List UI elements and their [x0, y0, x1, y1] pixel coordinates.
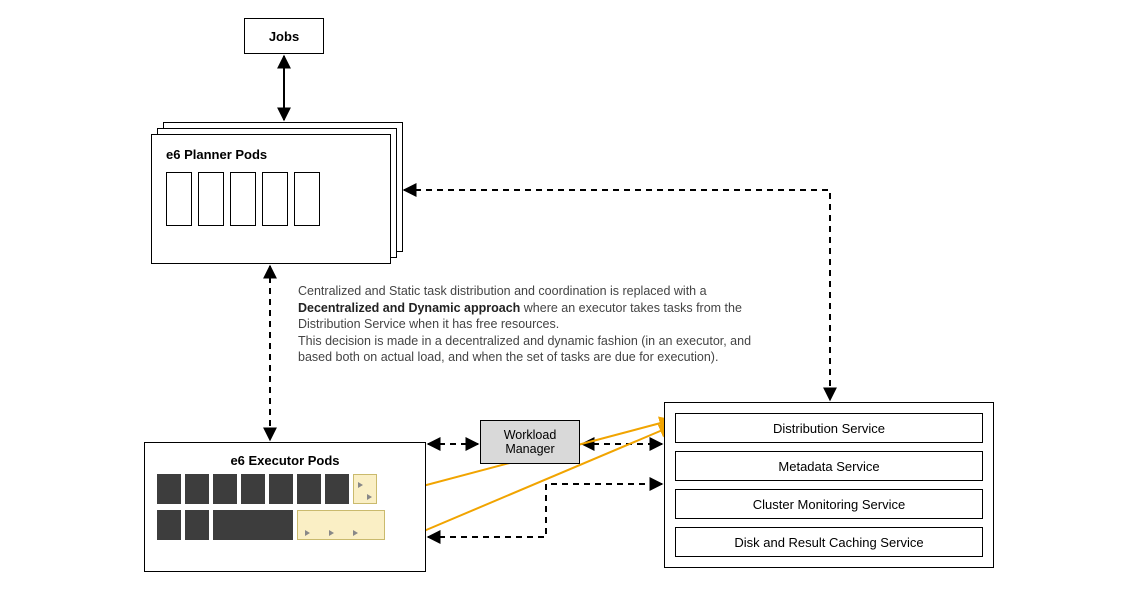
service-distribution: Distribution Service — [675, 413, 983, 443]
planner-slot — [230, 172, 256, 226]
planner-slot — [262, 172, 288, 226]
service-label: Disk and Result Caching Service — [734, 535, 923, 550]
jobs-label: Jobs — [269, 29, 299, 44]
executor-pods-box: e6 Executor Pods — [144, 442, 426, 572]
workload-label: Workload Manager — [504, 428, 557, 457]
description-text: Centralized and Static task distribution… — [298, 283, 758, 366]
desc-part1: Centralized and Static task distribution… — [298, 284, 707, 298]
planner-slot — [198, 172, 224, 226]
executor-cell-light — [353, 474, 377, 504]
planner-pods-box: e6 Planner Pods — [151, 134, 391, 264]
planner-title: e6 Planner Pods — [166, 147, 376, 162]
services-box: Distribution Service Metadata Service Cl… — [664, 402, 994, 568]
executor-title: e6 Executor Pods — [157, 453, 413, 468]
executor-cell — [157, 510, 181, 540]
executor-cell — [325, 474, 349, 504]
executor-cell — [185, 510, 209, 540]
planner-slot — [294, 172, 320, 226]
jobs-box: Jobs — [244, 18, 324, 54]
executor-cell — [185, 474, 209, 504]
executor-row-1 — [157, 474, 413, 504]
planner-slots — [166, 172, 376, 226]
executor-cell — [213, 474, 237, 504]
executor-cell-light-wide — [297, 510, 385, 540]
service-monitoring: Cluster Monitoring Service — [675, 489, 983, 519]
desc-bold: Decentralized and Dynamic approach — [298, 301, 520, 315]
executor-cell — [269, 474, 293, 504]
desc-line2: This decision is made in a decentralized… — [298, 334, 751, 365]
service-caching: Disk and Result Caching Service — [675, 527, 983, 557]
executor-cell — [297, 474, 321, 504]
executor-cell — [241, 474, 265, 504]
service-metadata: Metadata Service — [675, 451, 983, 481]
service-label: Cluster Monitoring Service — [753, 497, 905, 512]
executor-row-2 — [157, 510, 413, 540]
service-label: Distribution Service — [773, 421, 885, 436]
workload-manager-box: Workload Manager — [480, 420, 580, 464]
service-label: Metadata Service — [778, 459, 879, 474]
executor-cell-wide — [213, 510, 293, 540]
executor-cell — [157, 474, 181, 504]
planner-slot — [166, 172, 192, 226]
